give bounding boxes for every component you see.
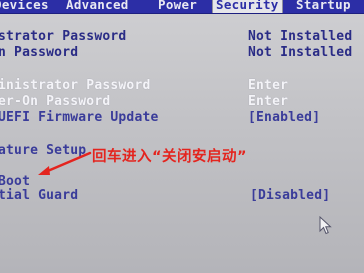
setting-label: er-On Password: [0, 94, 111, 109]
tab-power[interactable]: Power: [158, 0, 197, 13]
red-arrow-icon: [38, 151, 92, 175]
setting-value: Enter: [248, 94, 289, 109]
setting-label: tial Guard: [0, 188, 79, 203]
tab-startup[interactable]: Startup: [296, 0, 351, 13]
bios-menu-bar: Devices Advanced Power Security Startup: [0, 0, 364, 14]
annotation-text: 回车进入“关闭安启动”: [92, 149, 248, 165]
settings-row-device-guard[interactable]: tial Guard [Disabled]: [0, 188, 364, 204]
setting-value: Not Installed: [248, 45, 353, 60]
setting-label: n Password: [0, 45, 79, 60]
settings-row-administrator-password-status: strator Password Not Installed: [0, 29, 364, 45]
settings-row-uefi-firmware-update[interactable]: UEFI Firmware Update [Enabled]: [0, 110, 364, 126]
settings-row-set-administrator-password[interactable]: inistrator Password Enter: [0, 78, 364, 94]
setting-label: UEFI Firmware Update: [0, 110, 159, 125]
setting-value: Enter: [248, 78, 289, 93]
setting-value: Not Installed: [248, 29, 353, 44]
setting-label: inistrator Password: [0, 78, 151, 93]
settings-row-set-power-on-password[interactable]: er-On Password Enter: [0, 94, 364, 110]
bios-screen: Devices Advanced Power Security Startup …: [0, 0, 364, 273]
mouse-cursor-icon: [319, 216, 332, 235]
setting-value: [Disabled]: [250, 188, 331, 203]
setting-label: strator Password: [0, 29, 127, 44]
tab-advanced[interactable]: Advanced: [66, 0, 129, 13]
tab-security[interactable]: Security: [212, 0, 283, 13]
tab-devices[interactable]: Devices: [0, 0, 49, 13]
settings-row-power-on-password-status: n Password Not Installed: [0, 45, 364, 61]
setting-value: [Enabled]: [248, 110, 321, 125]
